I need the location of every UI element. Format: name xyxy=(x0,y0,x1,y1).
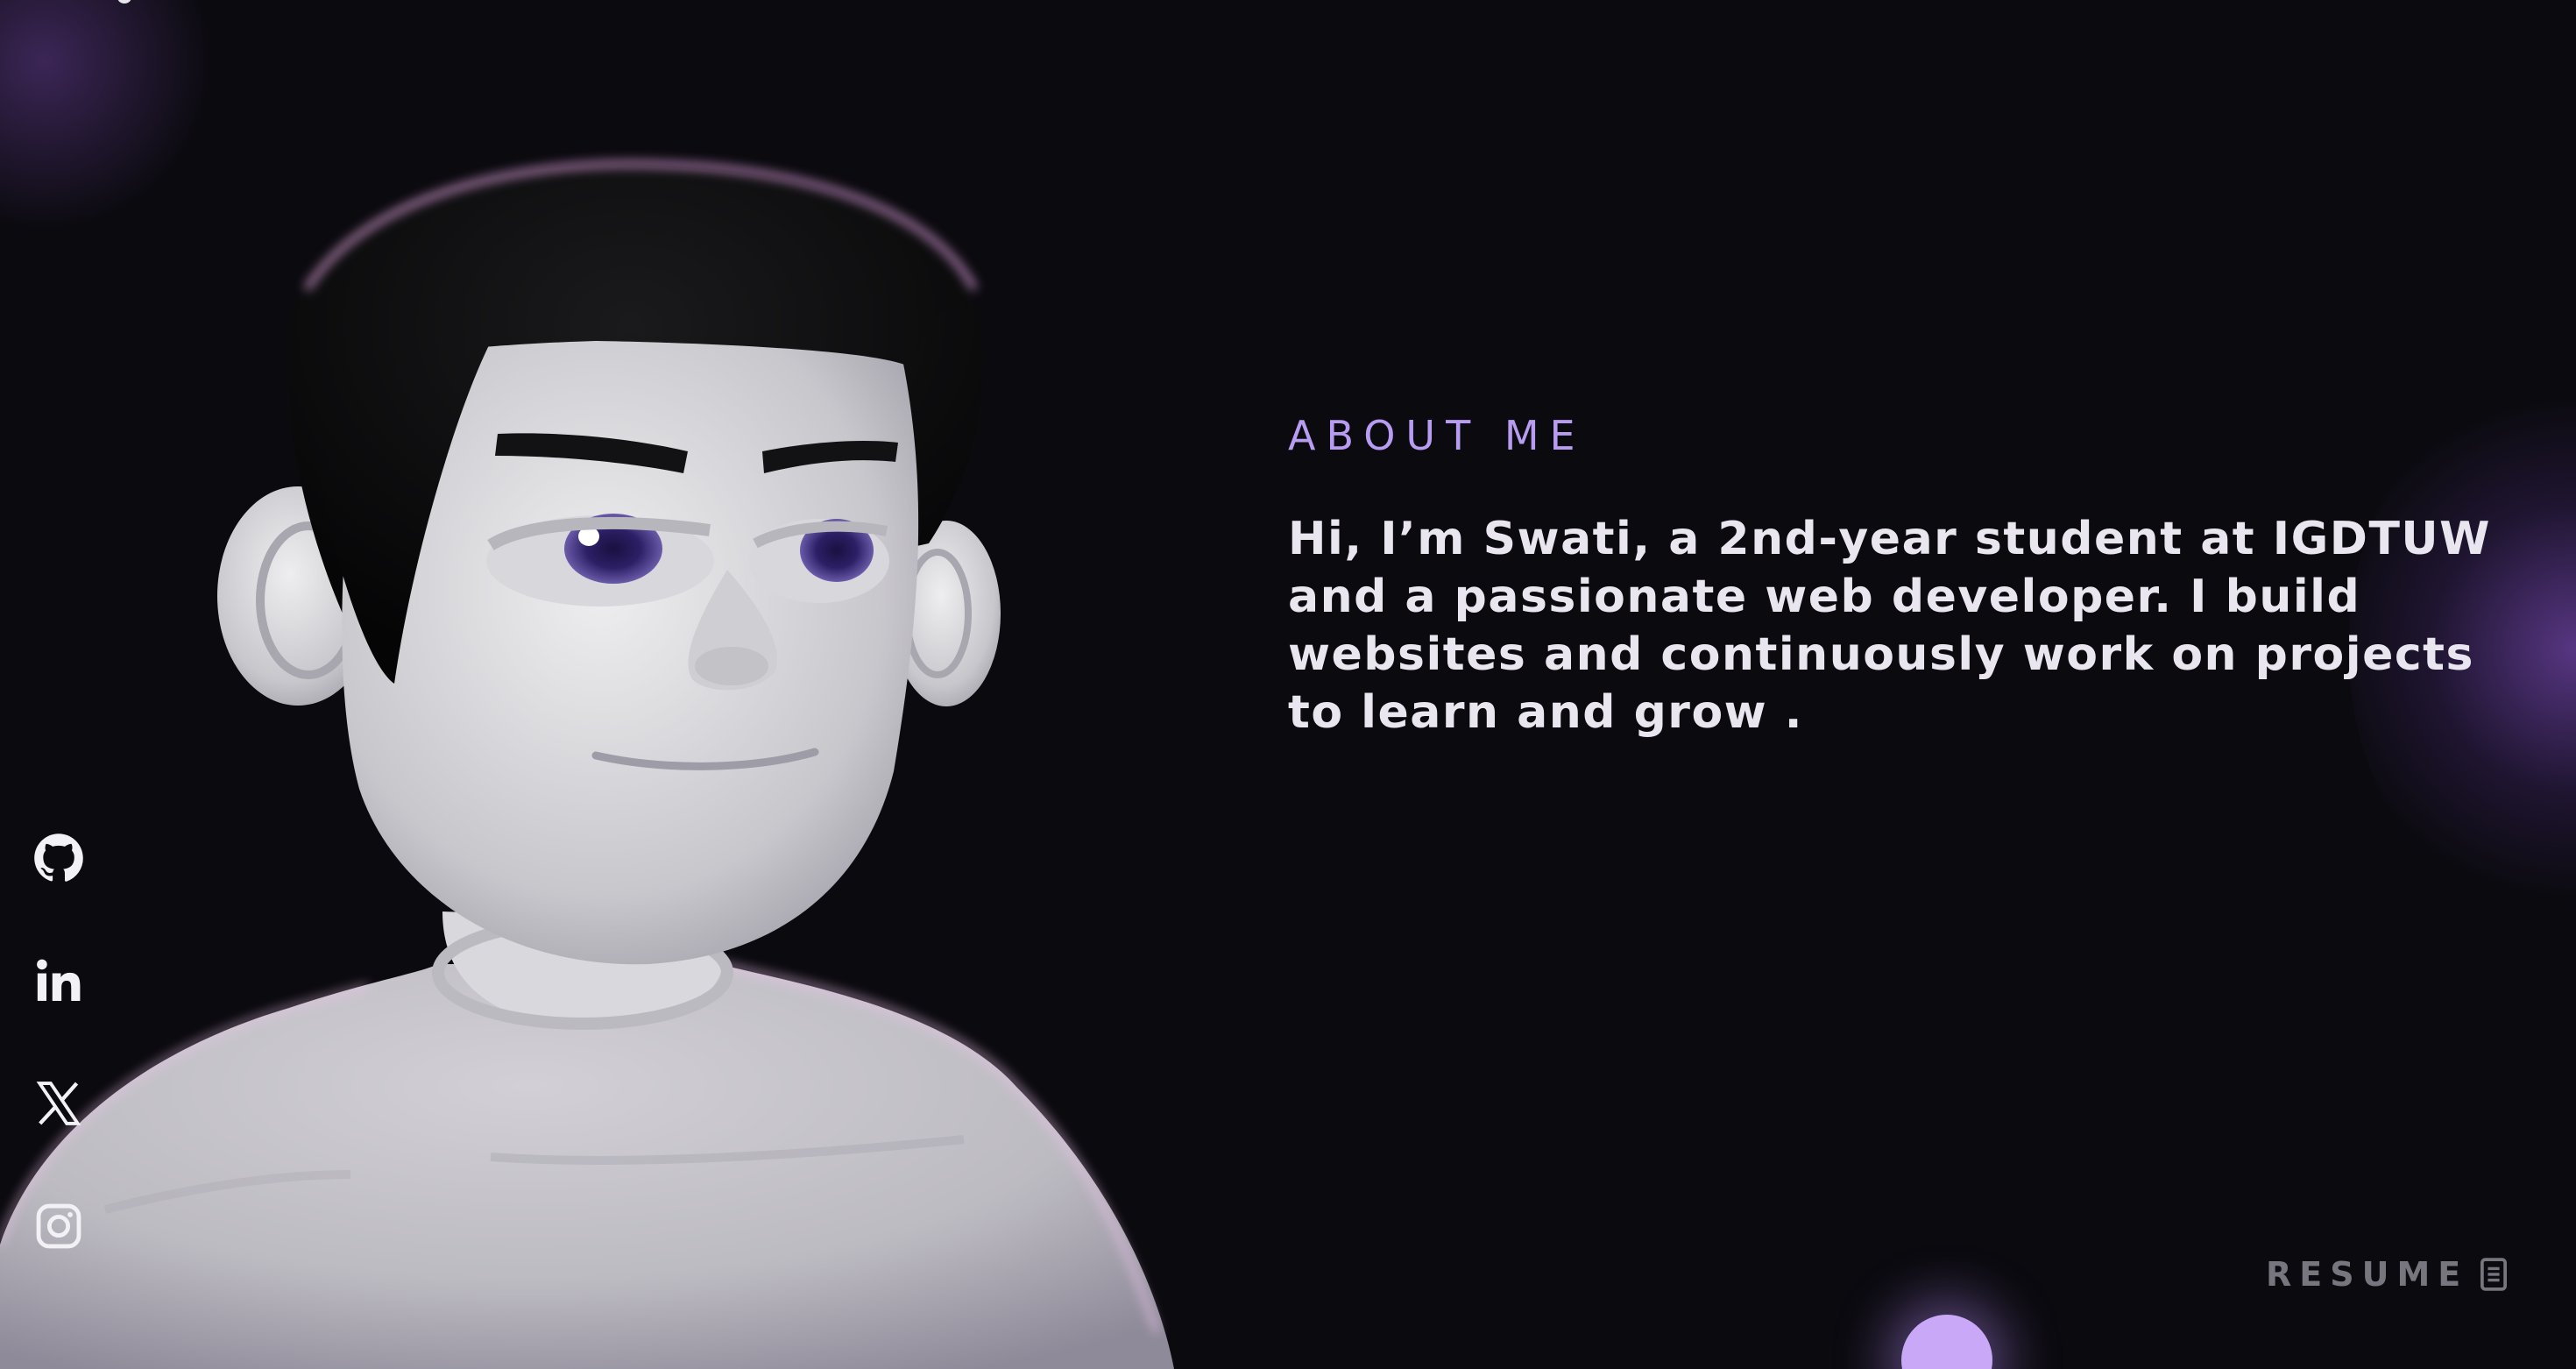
document-icon xyxy=(2480,1258,2508,1291)
x-icon xyxy=(36,1082,81,1125)
social-links xyxy=(33,833,86,1323)
resume-button[interactable]: RESUME xyxy=(2266,1255,2508,1294)
about-description: Hi, I’m Swati, a 2nd-year student at IGD… xyxy=(1288,513,2492,739)
instagram-icon xyxy=(36,1203,81,1249)
about-section: ABOUT ME Hi, I’m Swati, a 2nd-year stude… xyxy=(1288,412,2497,741)
linkedin-link[interactable] xyxy=(33,955,84,1006)
resume-label: RESUME xyxy=(2266,1255,2469,1294)
github-icon xyxy=(34,833,83,882)
x-twitter-link[interactable] xyxy=(33,1078,84,1129)
instagram-link[interactable] xyxy=(33,1201,84,1252)
avatar-3d-character xyxy=(0,0,1227,1369)
glowing-orb xyxy=(1901,1315,1992,1369)
page: ABOUT ME Hi, I’m Swati, a 2nd-year stude… xyxy=(0,0,2576,1369)
github-link[interactable] xyxy=(33,833,84,883)
linkedin-icon xyxy=(37,959,81,1001)
about-heading: ABOUT ME xyxy=(1288,412,1586,459)
